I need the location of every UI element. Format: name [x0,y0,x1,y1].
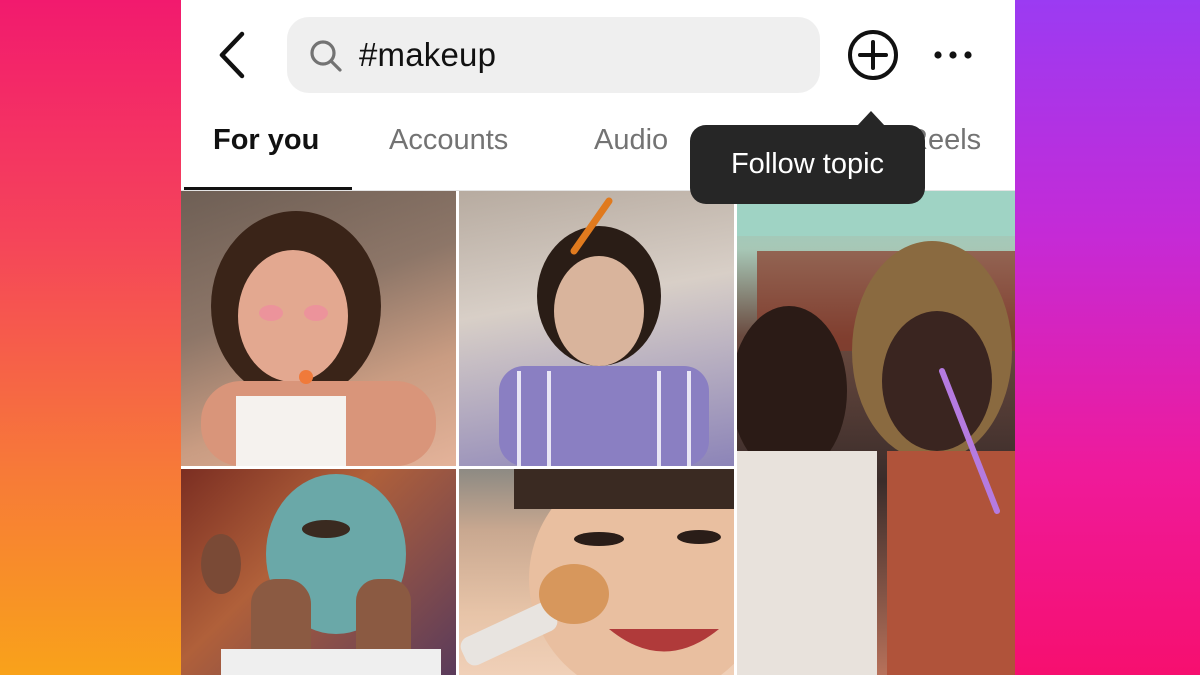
tab-audio[interactable]: Audio [594,108,668,190]
search-input[interactable]: #makeup [287,17,820,93]
photo-thumbnail [499,197,709,466]
grid-tile-photo[interactable] [181,191,456,466]
phone-screen: #makeup For you Accounts Audio Places Re… [181,0,1015,675]
grid-tile-video[interactable] [737,191,1015,675]
photo-thumbnail [201,474,441,675]
tab-for-you[interactable]: For you [213,108,319,190]
results-grid [181,191,1015,675]
chevron-left-icon [219,31,245,79]
more-options-button[interactable] [931,36,975,74]
background-gradient-left [0,0,181,675]
grid-tile-photo[interactable] [459,469,734,675]
grid-tile-photo[interactable] [181,469,456,675]
video-thumbnail [737,191,1015,675]
more-horizontal-icon [934,51,972,59]
background-gradient-right [1015,0,1200,675]
tab-accounts[interactable]: Accounts [389,108,508,190]
active-tab-indicator [184,187,352,190]
search-icon [310,40,342,72]
photo-thumbnail [460,469,734,675]
grid-tile-photo[interactable] [459,191,734,466]
search-query-text: #makeup [359,36,497,73]
photo-thumbnail [201,211,436,466]
back-button[interactable] [209,28,263,82]
plus-circle-icon [848,30,898,80]
follow-topic-tooltip: Follow topic [690,111,925,204]
follow-topic-button[interactable] [847,29,899,81]
search-header: #makeup [181,0,1015,108]
